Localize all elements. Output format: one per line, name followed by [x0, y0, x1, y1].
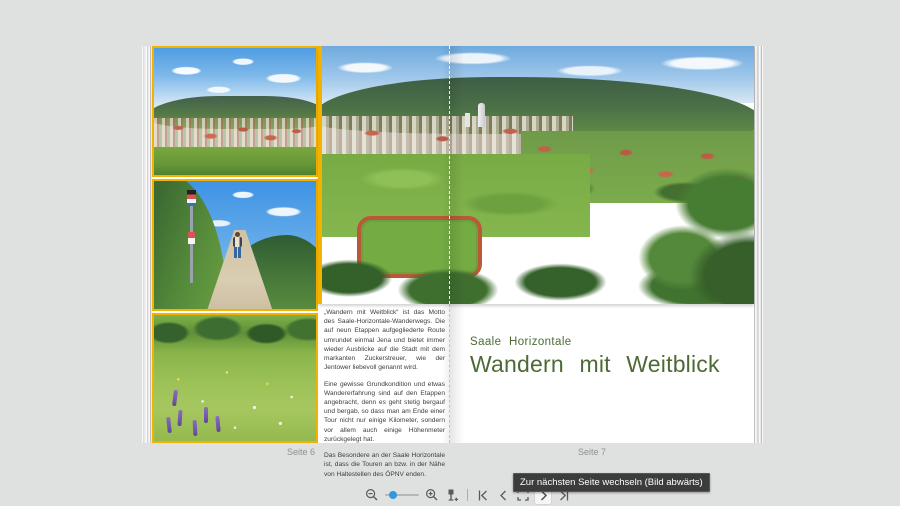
article-paragraph: Eine gewisse Grundkondition und etwas Wa…	[324, 380, 445, 445]
hiker-legs	[234, 247, 241, 258]
page-stack-right	[753, 46, 763, 443]
photo3-lupine-flower	[204, 407, 208, 423]
article-title-block: Saale Horizontale Wandern mit Weitblick	[470, 336, 720, 378]
zoom-slider-thumb[interactable]	[389, 491, 397, 499]
panorama-building	[465, 113, 470, 127]
article-text-column: „Wandern mit Weitblick“ ist das Motto de…	[324, 308, 445, 486]
photo3-flower-speckles	[154, 353, 316, 441]
photo3-trees	[152, 313, 318, 350]
previous-page-button[interactable]	[495, 486, 511, 504]
article-paragraph: Das Besondere an der Saale Horizontale i…	[324, 451, 445, 479]
magnifier-plus-icon	[425, 488, 439, 502]
photo1-village-roofs	[154, 118, 316, 151]
photo2-hiker	[232, 232, 243, 258]
toolbar-separator	[467, 489, 468, 501]
page-gutter-dashed-line	[449, 46, 450, 304]
flower-meadow-photo	[152, 313, 318, 443]
photo1-meadow	[154, 147, 316, 175]
first-page-icon	[477, 489, 490, 502]
zoom-in-button[interactable]	[424, 486, 440, 504]
article-paragraph: „Wandern mit Weitblick“ ist das Motto de…	[324, 308, 445, 373]
photo3-lupine-flower	[215, 416, 220, 432]
next-page-tooltip: Zur nächsten Seite wechseln (Bild abwärt…	[513, 473, 710, 492]
panorama-right-trees	[624, 149, 754, 304]
photo3-lupine-flower	[192, 420, 197, 436]
chevron-left-icon	[497, 489, 510, 502]
hiker-trail-photo	[152, 179, 318, 311]
photo2-trail-marker-post	[190, 204, 193, 283]
magnifier-minus-icon	[365, 488, 379, 502]
first-page-button[interactable]	[475, 486, 491, 504]
page-stack-left	[142, 46, 152, 443]
book-spread: „Wandern mit Weitblick“ ist das Motto de…	[152, 46, 754, 443]
marker-plus-icon	[445, 488, 459, 503]
zoom-out-button[interactable]	[364, 486, 380, 504]
zoom-select-button[interactable]	[444, 486, 460, 504]
article-headline: Wandern mit Weitblick	[470, 351, 720, 378]
page-gutter-dashed-line	[449, 304, 450, 443]
panorama-jentower	[478, 103, 485, 127]
article-kicker: Saale Horizontale	[470, 336, 720, 348]
valley-village-photo	[152, 46, 318, 177]
zoom-slider[interactable]	[385, 488, 419, 502]
hiker-torso	[233, 237, 242, 247]
jena-panorama-photo	[318, 46, 754, 304]
page-number-right: Seite 7	[440, 447, 744, 457]
